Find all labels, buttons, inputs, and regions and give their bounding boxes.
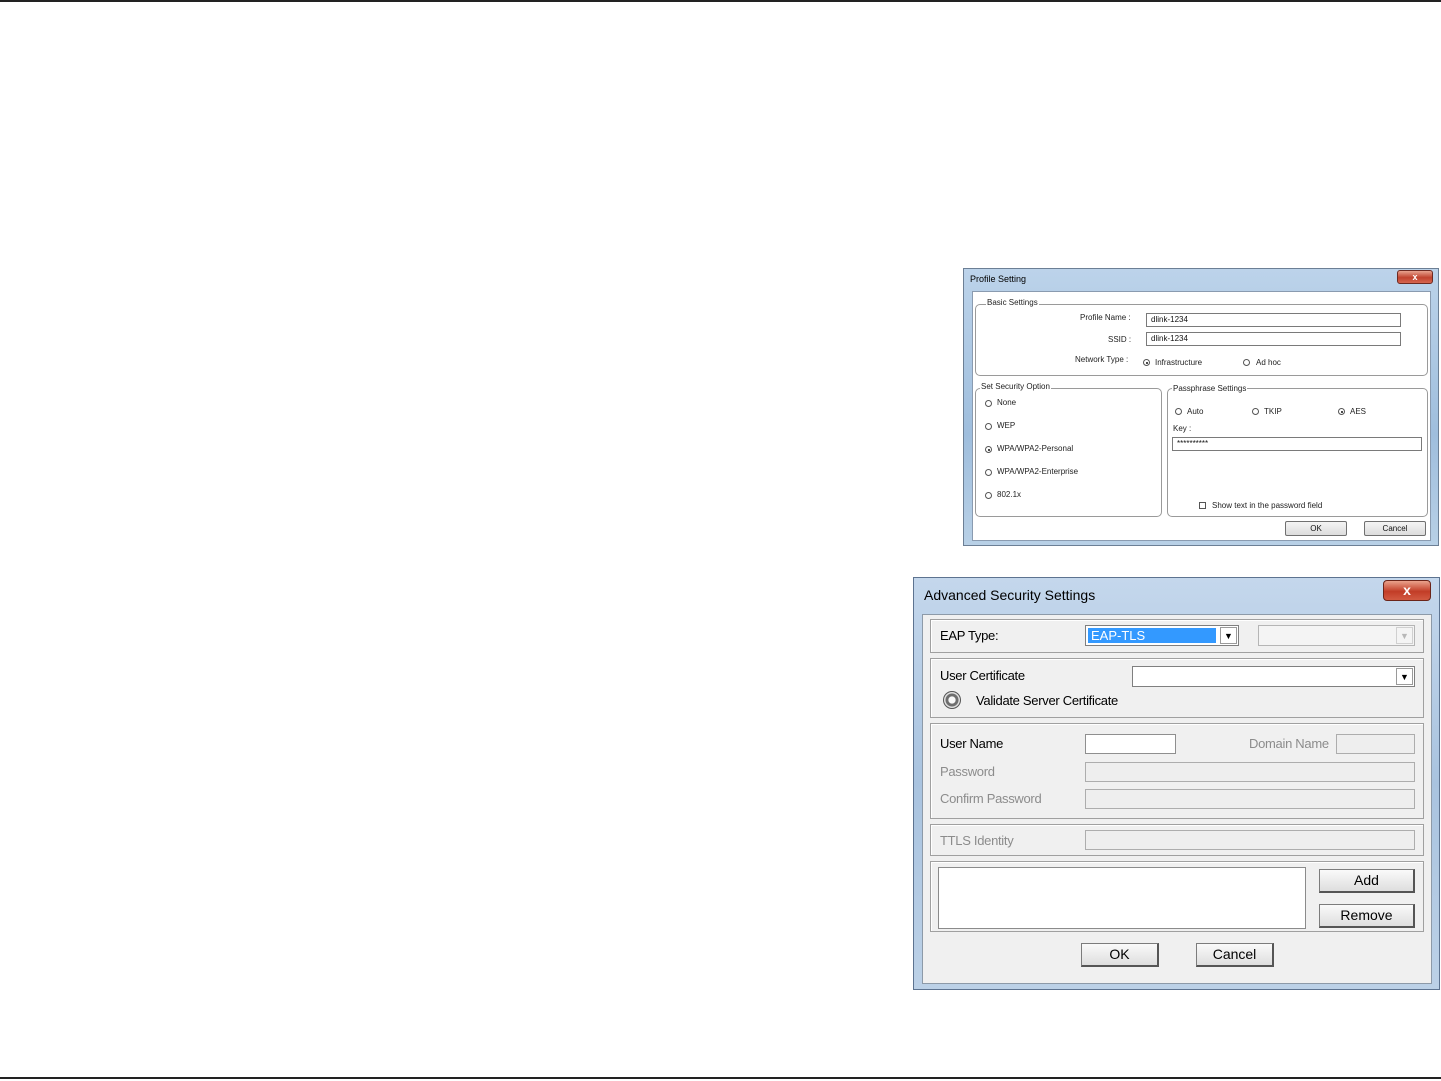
security-none-radio[interactable] [985,400,992,407]
ttls-identity-field[interactable] [1085,830,1415,850]
advanced-cancel-button[interactable]: Cancel [1196,943,1274,967]
ttls-identity-group: TTLS Identity [930,824,1424,856]
profile-name-label: Profile Name : [1080,313,1131,322]
add-button[interactable]: Add [1319,869,1415,893]
password-field[interactable] [1085,762,1415,782]
ssid-label: SSID : [1108,335,1132,344]
confirm-password-field[interactable] [1085,789,1415,809]
profile-name-field[interactable]: dlink-1234 [1146,313,1401,327]
show-text-checkbox[interactable] [1199,502,1206,509]
domain-name-field[interactable] [1336,734,1415,754]
eap-type-group: EAP Type: EAP-TLS ▼ ▼ [930,619,1424,653]
advanced-security-title: Advanced Security Settings [924,587,1096,603]
eap-secondary-select[interactable]: ▼ [1258,625,1415,646]
profile-setting-dialog: Profile Setting x Basic Settings Profile… [963,268,1439,546]
security-8021x-label: 802.1x [997,490,1022,499]
passphrase-settings-legend: Passphrase Settings [1172,384,1248,393]
close-icon[interactable]: x [1383,580,1431,601]
network-type-label: Network Type : [1075,355,1129,364]
top-rule [0,0,1441,2]
password-label: Password [940,764,995,779]
security-8021x-radio[interactable] [985,492,992,499]
basic-settings-legend: Basic Settings [986,298,1039,307]
domain-name-label: Domain Name [1249,736,1329,751]
user-certificate-select[interactable]: ▼ [1132,666,1415,687]
credentials-group: User Name Domain Name Password Confirm P… [930,723,1424,819]
security-wpa-personal-radio[interactable] [985,446,992,453]
user-certificate-group: User Certificate ▼ Validate Server Certi… [930,658,1424,718]
user-certificate-label: User Certificate [940,668,1025,683]
encryption-aes-radio[interactable] [1338,408,1345,415]
bottom-rule [0,1077,1441,1079]
advanced-security-dialog: Advanced Security Settings x EAP Type: E… [913,577,1440,990]
basic-settings-group: Basic Settings Profile Name : dlink-1234… [975,298,1428,376]
chevron-down-icon[interactable]: ▼ [1220,627,1237,644]
chevron-down-icon[interactable]: ▼ [1396,668,1413,685]
close-icon[interactable]: x [1397,270,1433,284]
eap-type-select[interactable]: EAP-TLS ▼ [1085,625,1239,646]
security-wep-label: WEP [997,421,1016,430]
remove-button[interactable]: Remove [1319,904,1415,928]
security-wpa-enterprise-radio[interactable] [985,469,992,476]
chevron-down-icon[interactable]: ▼ [1396,627,1413,644]
ssid-field[interactable]: dlink-1234 [1146,332,1401,346]
infrastructure-radio[interactable] [1143,359,1150,366]
show-text-label: Show text in the password field [1212,501,1323,510]
eap-type-value: EAP-TLS [1088,628,1216,643]
security-wpa-enterprise-label: WPA/WPA2-Enterprise [997,467,1079,476]
validate-server-label: Validate Server Certificate [976,693,1118,708]
security-wep-radio[interactable] [985,423,992,430]
security-wpa-personal-label: WPA/WPA2-Personal [997,444,1074,453]
advanced-security-body: EAP Type: EAP-TLS ▼ ▼ User Certificate ▼… [922,614,1432,984]
certificate-list-group: Add Remove [930,861,1424,932]
validate-server-radio[interactable] [943,691,961,709]
eap-type-label: EAP Type: [940,628,999,643]
key-field[interactable]: ********** [1172,437,1422,451]
user-name-label: User Name [940,736,1004,751]
encryption-auto-radio[interactable] [1175,408,1182,415]
passphrase-settings-group: Passphrase Settings Auto TKIP AES Key : … [1167,384,1428,517]
certificate-list[interactable] [938,867,1306,929]
encryption-tkip-label: TKIP [1264,407,1282,416]
security-option-group: Set Security Option None WEP WPA/WPA2-Pe… [975,382,1162,517]
profile-setting-title: Profile Setting [970,274,1027,284]
user-name-field[interactable] [1085,734,1176,754]
encryption-aes-label: AES [1350,407,1367,416]
encryption-tkip-radio[interactable] [1252,408,1259,415]
security-option-legend: Set Security Option [980,382,1051,391]
key-label: Key : [1173,424,1192,433]
profile-setting-body: Basic Settings Profile Name : dlink-1234… [972,291,1431,541]
ttls-identity-label: TTLS Identity [940,833,1014,848]
security-none-label: None [997,398,1017,407]
profile-ok-button[interactable]: OK [1285,521,1347,536]
profile-cancel-button[interactable]: Cancel [1364,521,1426,536]
ad-hoc-radio[interactable] [1243,359,1250,366]
confirm-password-label: Confirm Password [940,791,1042,806]
infrastructure-label: Infrastructure [1155,358,1203,367]
ad-hoc-label: Ad hoc [1256,358,1281,367]
encryption-auto-label: Auto [1187,407,1204,416]
advanced-ok-button[interactable]: OK [1081,943,1159,967]
